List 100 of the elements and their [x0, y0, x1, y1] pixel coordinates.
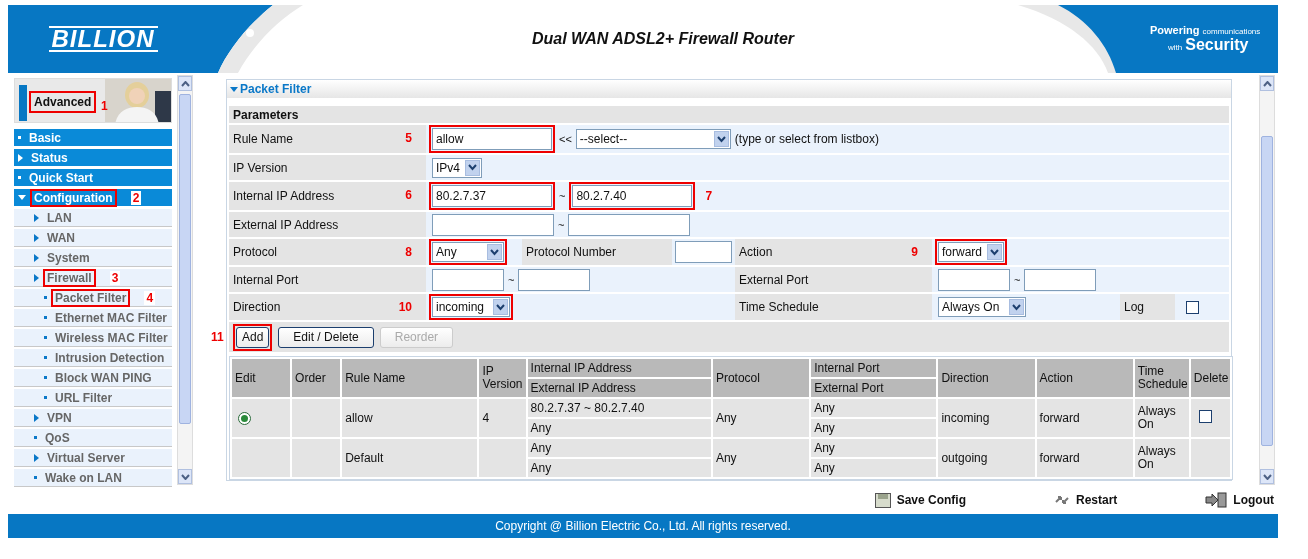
schedule-select[interactable]: Always On	[938, 297, 1026, 317]
caret-down-icon	[18, 195, 26, 200]
field-label: External IP Address	[229, 212, 426, 237]
bullet-icon	[44, 376, 47, 379]
separator-text: <<	[559, 133, 572, 145]
column-header: Action	[1036, 359, 1133, 397]
input-field[interactable]	[568, 213, 691, 236]
menu-item[interactable]: Basic	[14, 129, 172, 147]
table-cell: allow	[342, 399, 478, 437]
input-field[interactable]	[938, 268, 1010, 291]
input-field[interactable]	[432, 213, 554, 236]
input-field[interactable]	[1024, 268, 1097, 291]
submenu-item[interactable]: Wireless MAC Filter	[14, 329, 172, 347]
column-header: Rule Name	[342, 359, 478, 397]
input-field[interactable]: allow	[432, 128, 552, 150]
rule-select[interactable]: --select--	[575, 129, 731, 149]
table-cell: Any	[811, 419, 937, 437]
menu-item[interactable]: Configuration 2	[14, 189, 172, 207]
submenu-item[interactable]: Virtual Server	[14, 449, 172, 467]
table-cell: Any	[712, 439, 810, 477]
callout-number: 11	[211, 330, 224, 344]
caret-right-icon	[34, 253, 39, 262]
scroll-down-icon[interactable]	[1262, 473, 1272, 480]
submenu-item[interactable]: Block WAN PING	[14, 369, 172, 387]
field-label: Protocol Number	[522, 239, 672, 265]
submenu-item[interactable]: WAN	[14, 229, 172, 247]
footer-link[interactable]: Logout	[1205, 492, 1274, 508]
table-cell: Any	[527, 459, 711, 477]
bullet-icon	[34, 436, 37, 439]
footer-link[interactable]: Restart	[1054, 493, 1118, 507]
hint-text: (type or select from listbox)	[734, 132, 879, 146]
field-label: IP Version	[229, 155, 426, 180]
bullet-icon	[18, 176, 21, 179]
table-cell: Any	[811, 439, 937, 457]
table-cell: Always On	[1134, 399, 1189, 437]
ip-version-select[interactable]: IPv4	[432, 157, 482, 178]
callout-number: 1	[101, 99, 108, 113]
callout-number: 7	[705, 189, 713, 203]
table-cell: Always On	[1134, 439, 1189, 477]
caret-right-icon	[34, 213, 39, 222]
scrollbar[interactable]	[1259, 75, 1275, 485]
submenu-item[interactable]: QoS	[14, 429, 172, 447]
input-field[interactable]: 80.2.7.37	[432, 185, 552, 207]
log-checkbox[interactable]	[1186, 300, 1199, 314]
input-field[interactable]	[675, 241, 732, 263]
section-title: Packet Filter	[240, 82, 312, 96]
protocol-select[interactable]: Any	[432, 242, 504, 262]
caret-right-icon	[34, 273, 39, 282]
table-cell: Any	[811, 399, 937, 417]
column-header: External Port	[811, 379, 937, 397]
caret-down-icon	[230, 86, 238, 92]
field-label: Internal IP Address 6	[229, 182, 426, 210]
callout-number: 2	[130, 190, 142, 205]
scroll-down-icon[interactable]	[180, 473, 190, 480]
submenu-item[interactable]: Ethernet MAC Filter	[14, 309, 172, 327]
separator-text: ~	[1014, 273, 1021, 286]
mode-card[interactable]: Advanced 1	[14, 78, 172, 123]
caret-right-icon	[34, 453, 39, 462]
column-header: Delete	[1190, 359, 1230, 397]
submenu-item[interactable]: Intrusion Detection	[14, 349, 172, 367]
bullet-icon	[44, 336, 47, 339]
direction-select[interactable]: incoming	[432, 297, 510, 317]
field-label: Log	[1120, 294, 1175, 320]
scroll-up-icon[interactable]	[180, 80, 190, 87]
input-field[interactable]	[432, 268, 504, 291]
action-select[interactable]: forward	[938, 242, 1004, 262]
field-label: Rule Name 5	[229, 125, 426, 153]
table-cell: Any	[527, 419, 711, 437]
submenu-item[interactable]: VPN	[14, 409, 172, 427]
scrollbar[interactable]	[177, 75, 193, 485]
input-field[interactable]	[518, 268, 591, 291]
input-field[interactable]: 80.2.7.40	[572, 185, 693, 207]
footer-link[interactable]: Save Config	[874, 492, 966, 508]
menu-item[interactable]: Status	[14, 149, 172, 167]
column-header: Internal Port	[811, 359, 937, 377]
table-cell: Any	[811, 459, 937, 477]
radio-button[interactable]	[238, 411, 251, 425]
delete-checkbox[interactable]	[1198, 410, 1212, 423]
dropdown-icon	[487, 244, 502, 260]
field-label: Action 9	[735, 239, 932, 265]
menu-item[interactable]: Quick Start	[14, 169, 172, 187]
callout-number: 9	[911, 245, 918, 259]
field-label: Internal Port	[229, 267, 426, 292]
submenu-item[interactable]: System	[14, 249, 172, 267]
table-cell: 80.2.7.37 ~ 80.2.7.40	[527, 399, 711, 417]
action-button[interactable]: Add	[236, 326, 270, 348]
submenu-item[interactable]: Firewall 3	[14, 269, 172, 287]
column-header: Internal IP Address	[527, 359, 711, 377]
callout-number: 3	[109, 270, 121, 285]
submenu-item[interactable]: Wake on LAN	[14, 469, 172, 487]
submenu-item[interactable]: URL Filter	[14, 389, 172, 407]
scroll-up-icon[interactable]	[1262, 80, 1272, 87]
submenu-item[interactable]: LAN	[14, 209, 172, 227]
callout-number: 8	[405, 245, 412, 259]
caret-right-icon	[34, 413, 39, 422]
bullet-icon	[34, 476, 37, 479]
action-button[interactable]: Edit / Delete	[278, 326, 374, 348]
callout-number: 6	[405, 188, 412, 202]
table-cell: Any	[712, 399, 810, 437]
submenu-item[interactable]: Packet Filter 4	[14, 289, 172, 307]
